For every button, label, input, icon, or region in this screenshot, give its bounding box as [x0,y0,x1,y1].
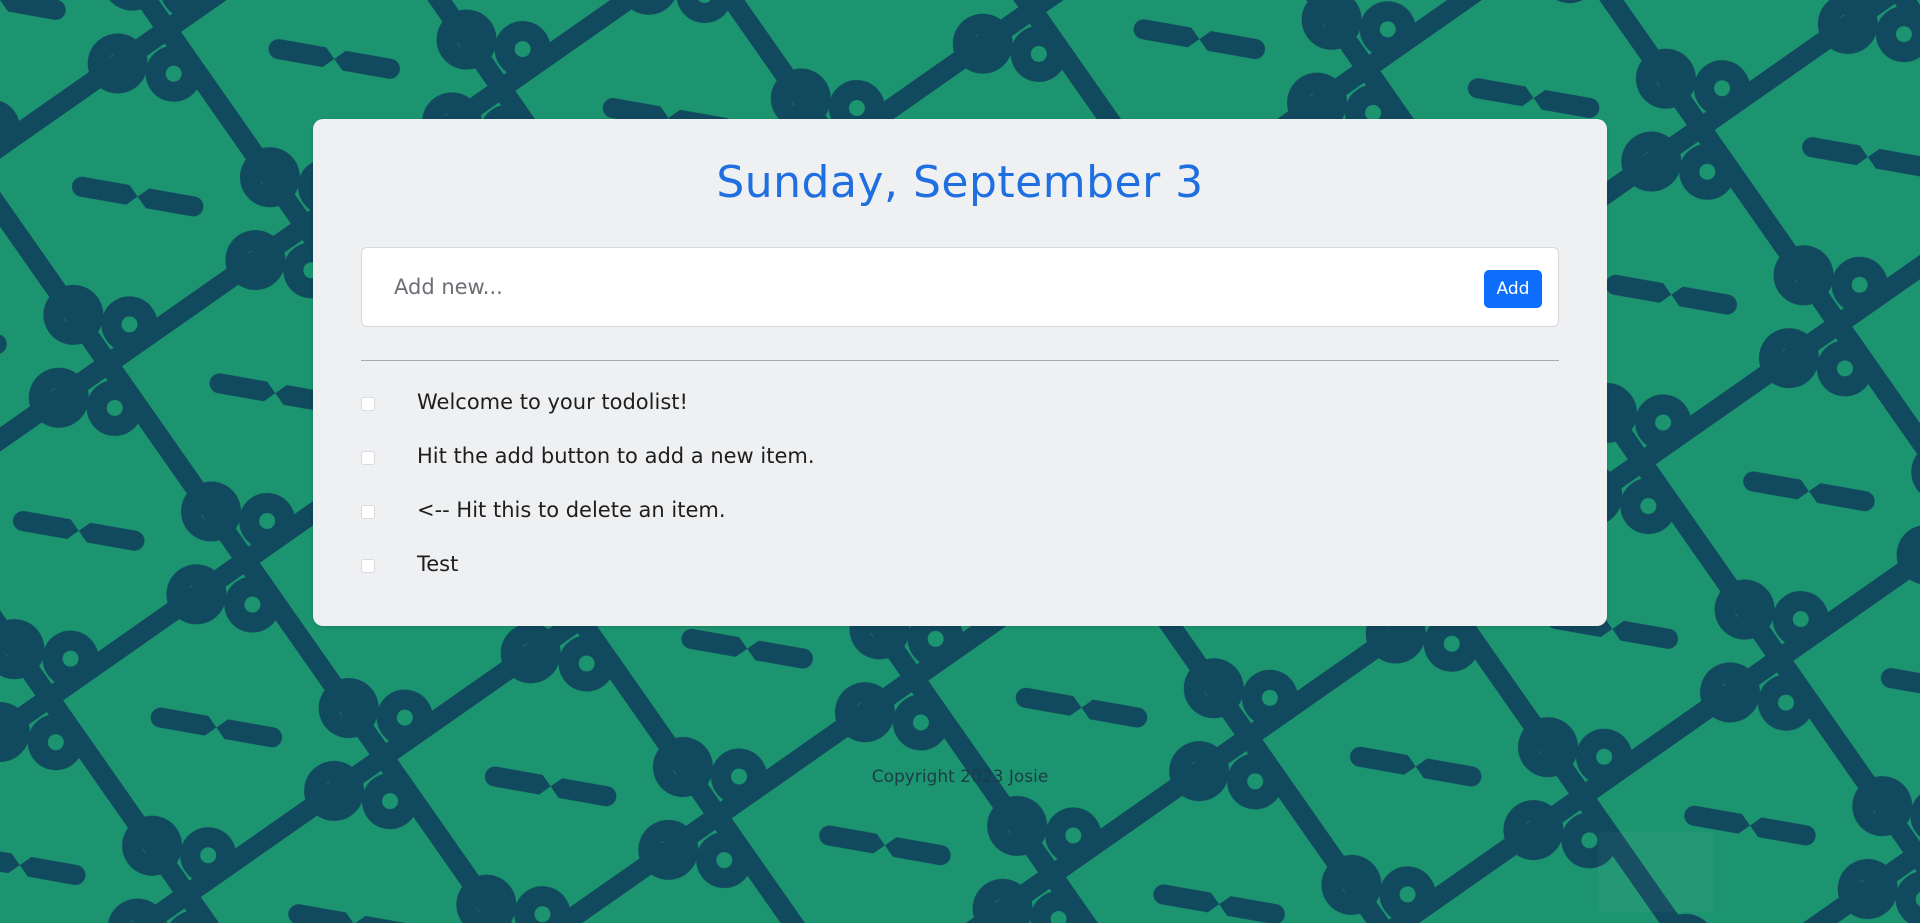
add-button[interactable]: Add [1484,270,1542,308]
delete-checkbox[interactable] [361,451,375,465]
footer-copyright: Copyright 2023 Josie [871,767,1049,787]
todo-list: Welcome to your todolist! Hit the add bu… [361,385,1559,601]
todo-item-label: <-- Hit this to delete an item. [417,498,726,522]
page-title: Sunday, September 3 [716,157,1204,208]
faint-overlay-panel [1598,832,1714,912]
todo-card: Sunday, September 3 Add Welcome to your … [313,119,1607,626]
new-item-input[interactable] [380,262,1430,312]
todo-item: Test [361,547,1559,601]
add-item-form: Add [361,247,1559,327]
divider [361,360,1559,361]
delete-checkbox[interactable] [361,397,375,411]
todo-item-label: Welcome to your todolist! [417,390,688,414]
todo-item-label: Test [417,552,459,576]
todo-item: <-- Hit this to delete an item. [361,493,1559,547]
todo-item-label: Hit the add button to add a new item. [417,444,815,468]
todo-item: Welcome to your todolist! [361,385,1559,439]
todo-item: Hit the add button to add a new item. [361,439,1559,493]
delete-checkbox[interactable] [361,505,375,519]
delete-checkbox[interactable] [361,559,375,573]
